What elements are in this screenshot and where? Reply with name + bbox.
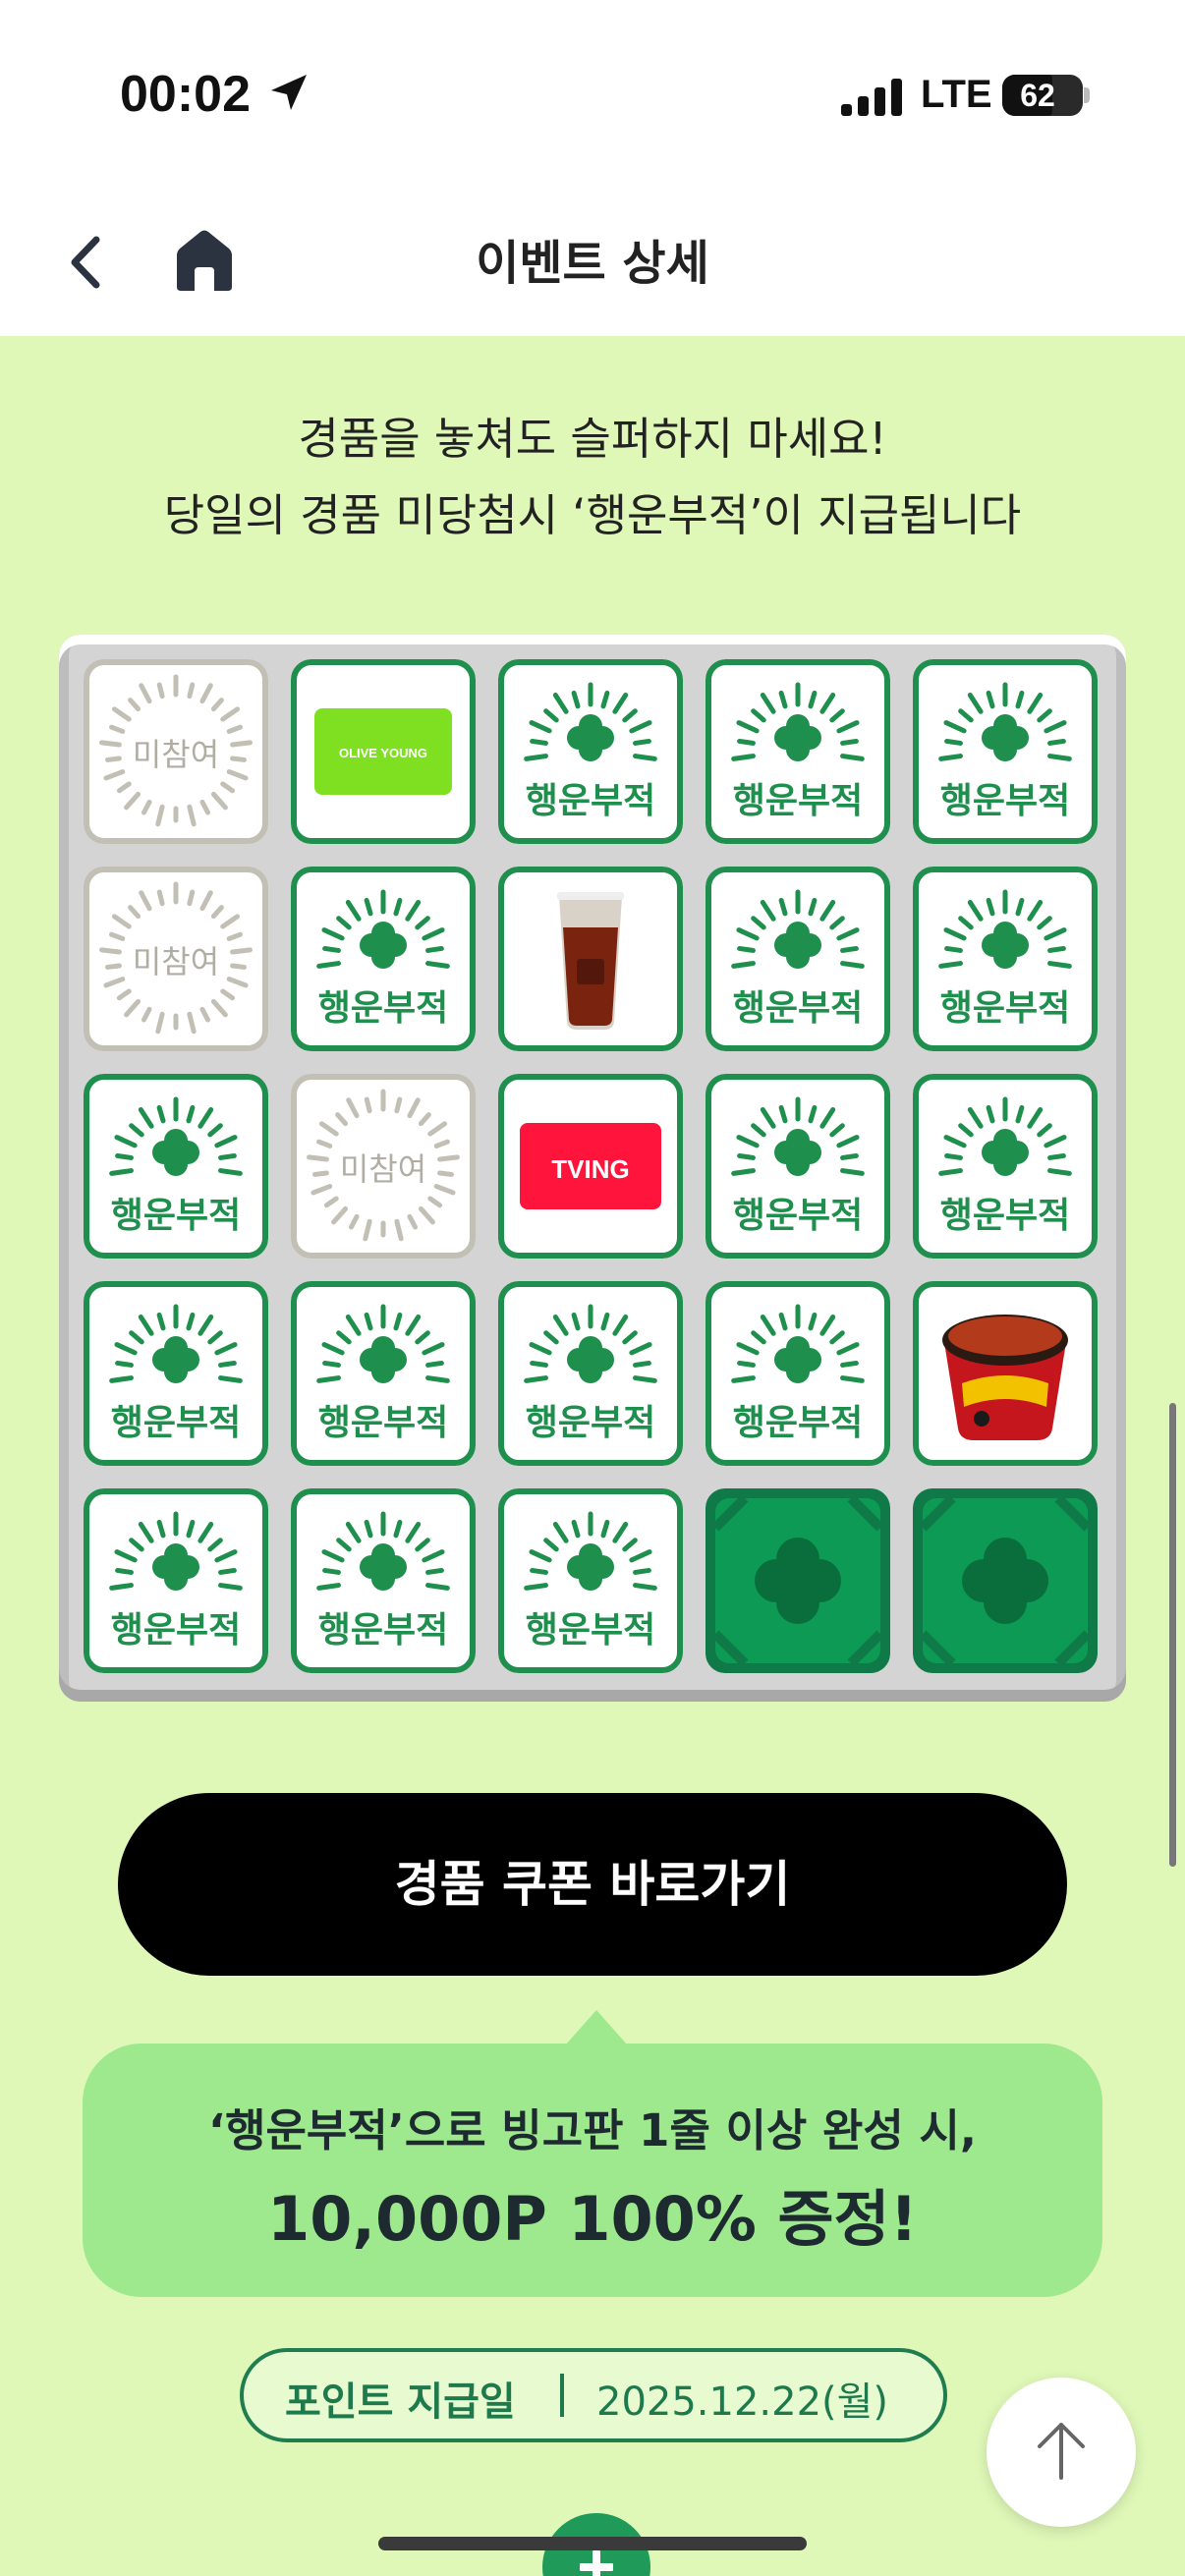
charm-tile-icon: 행운부적 — [705, 1074, 890, 1259]
location-arrow-icon — [271, 75, 307, 110]
cell-label: OLIVE YOUNG — [339, 746, 427, 760]
payout-date: 2025.12.22(월) — [596, 2380, 889, 2425]
cell-label: TVING — [551, 1154, 629, 1184]
charm-tile-icon: 행운부적 — [705, 867, 890, 1051]
missed-tile-icon: 미참여 — [291, 1074, 476, 1259]
bingo-cell-charm[interactable]: 행운부적 — [498, 659, 683, 844]
missed-tile-icon: 미참여 — [84, 867, 268, 1051]
charm-tile-icon: 행운부적 — [913, 1074, 1098, 1259]
charm-tile-icon: 행운부적 — [705, 1281, 890, 1466]
reward-amount: 10,000P 100% 증정! — [267, 2183, 918, 2255]
bingo-cell-missed[interactable]: 미참여 — [291, 1074, 476, 1259]
cell-label: 미참여 — [340, 1150, 426, 1188]
page-title: 이벤트 상세 — [476, 236, 709, 291]
charm-tile-icon: 행운부적 — [84, 1488, 268, 1673]
bingo-cell-closed[interactable] — [913, 1488, 1098, 1673]
bingo-cell-olive[interactable]: OLIVE YOUNG — [291, 659, 476, 844]
bingo-cell-missed[interactable]: 미참여 — [84, 659, 268, 844]
cell-label: 행운부적 — [526, 1610, 655, 1651]
cell-label: 행운부적 — [318, 988, 448, 1029]
cell-label: 행운부적 — [111, 1196, 241, 1236]
intro-line-2: 당일의 경품 미당첨시 ‘행운부적’이 지급됩니다 — [163, 489, 1022, 541]
cell-label: 행운부적 — [940, 988, 1070, 1029]
battery-icon: 62 — [1002, 75, 1083, 116]
bingo-cell-missed[interactable]: 미참여 — [84, 867, 268, 1051]
cell-label: 행운부적 — [733, 988, 863, 1029]
olive-tile-icon: OLIVE YOUNG — [291, 659, 476, 844]
bingo-cell-charm[interactable]: 행운부적 — [291, 1281, 476, 1466]
cell-label: 행운부적 — [733, 781, 863, 821]
charm-tile-icon: 행운부적 — [913, 659, 1098, 844]
bingo-cell-charm[interactable]: 행운부적 — [705, 867, 890, 1051]
bingo-cell-charm[interactable]: 행운부적 — [291, 1488, 476, 1673]
charm-tile-icon: 행운부적 — [498, 1488, 683, 1673]
network-label: LTE — [921, 73, 992, 116]
payout-divider — [560, 2374, 564, 2417]
scroll-top-button[interactable] — [987, 2378, 1136, 2527]
nav-bar: 이벤트 상세 — [0, 196, 1185, 336]
bingo-cell-charm[interactable]: 행운부적 — [705, 1281, 890, 1466]
bingo-cell-charm[interactable]: 행운부적 — [913, 659, 1098, 844]
bingo-cell-charm[interactable]: 행운부적 — [498, 1281, 683, 1466]
charm-tile-icon: 행운부적 — [913, 867, 1098, 1051]
bubble-pointer — [565, 2010, 628, 2045]
intro-line-1: 경품을 놓쳐도 슬퍼하지 마세요! — [298, 413, 887, 465]
bingo-cell-charm[interactable]: 행운부적 — [705, 659, 890, 844]
charm-tile-icon: 행운부적 — [84, 1074, 268, 1259]
drink-tile-icon — [498, 867, 683, 1051]
charm-tile-icon: 행운부적 — [291, 867, 476, 1051]
cell-label: 행운부적 — [733, 1403, 863, 1443]
battery-percent: 62 — [1020, 78, 1055, 113]
home-indicator — [378, 2537, 807, 2550]
tving-tile-icon: TVING — [498, 1074, 683, 1259]
status-time: 00:02 — [120, 66, 251, 123]
battery-tip — [1084, 87, 1090, 103]
bingo-cell-tving[interactable]: TVING — [498, 1074, 683, 1259]
plus-icon — [580, 2550, 613, 2576]
bingo-cell-charm[interactable]: 행운부적 — [913, 1074, 1098, 1259]
cell-label: 행운부적 — [940, 1196, 1070, 1236]
charm-tile-icon: 행운부적 — [84, 1281, 268, 1466]
charm-tile-icon: 행운부적 — [498, 659, 683, 844]
bingo-cell-closed[interactable] — [705, 1488, 890, 1673]
status-bar: 00:02 LTE 62 — [0, 0, 1185, 196]
charm-tile-icon: 행운부적 — [291, 1281, 476, 1466]
cell-label: 행운부적 — [526, 781, 655, 821]
cell-label: 행운부적 — [111, 1610, 241, 1651]
bingo-cell-drink[interactable] — [498, 867, 683, 1051]
cell-label: 미참여 — [133, 736, 219, 773]
cell-label: 행운부적 — [940, 781, 1070, 821]
scrollbar[interactable] — [1169, 1403, 1176, 1867]
bingo-cell-charm[interactable]: 행운부적 — [84, 1281, 268, 1466]
payout-label: 포인트 지급일 — [285, 2380, 516, 2425]
charm-tile-icon: 행운부적 — [291, 1488, 476, 1673]
bingo-cell-charm[interactable]: 행운부적 — [84, 1488, 268, 1673]
cellular-signal-icon — [841, 79, 902, 116]
cell-label: 행운부적 — [111, 1403, 241, 1443]
charm-tile-icon: 행운부적 — [705, 659, 890, 844]
bingo-board: 미참여 OLIVE YOUNG 행운부적 행운부적 행운부적 미참여 행운부적 … — [59, 635, 1126, 1702]
missed-tile-icon: 미참여 — [84, 659, 268, 844]
bingo-cell-charm[interactable]: 행운부적 — [84, 1074, 268, 1259]
bingo-cell-charm[interactable]: 행운부적 — [291, 867, 476, 1051]
cell-label: 행운부적 — [318, 1403, 448, 1443]
closed-tile-icon — [913, 1488, 1098, 1673]
cell-label: 행운부적 — [526, 1403, 655, 1443]
bingo-cell-noodle[interactable] — [913, 1281, 1098, 1466]
charm-tile-icon: 행운부적 — [498, 1281, 683, 1466]
cell-label: 행운부적 — [318, 1610, 448, 1651]
bingo-cell-charm[interactable]: 행운부적 — [498, 1488, 683, 1673]
noodle-tile-icon — [913, 1281, 1098, 1466]
bingo-cell-charm[interactable]: 행운부적 — [705, 1074, 890, 1259]
closed-tile-icon — [705, 1488, 890, 1673]
cell-label: 미참여 — [133, 943, 219, 980]
reward-condition: ‘행운부적’으로 빙고판 1줄 이상 완성 시, — [208, 2104, 977, 2156]
bingo-cell-charm[interactable]: 행운부적 — [913, 867, 1098, 1051]
coupon-button[interactable]: 경품 쿠폰 바로가기 — [118, 1793, 1067, 1976]
arrow-up-icon — [1038, 2423, 1085, 2480]
cell-label: 행운부적 — [733, 1196, 863, 1236]
